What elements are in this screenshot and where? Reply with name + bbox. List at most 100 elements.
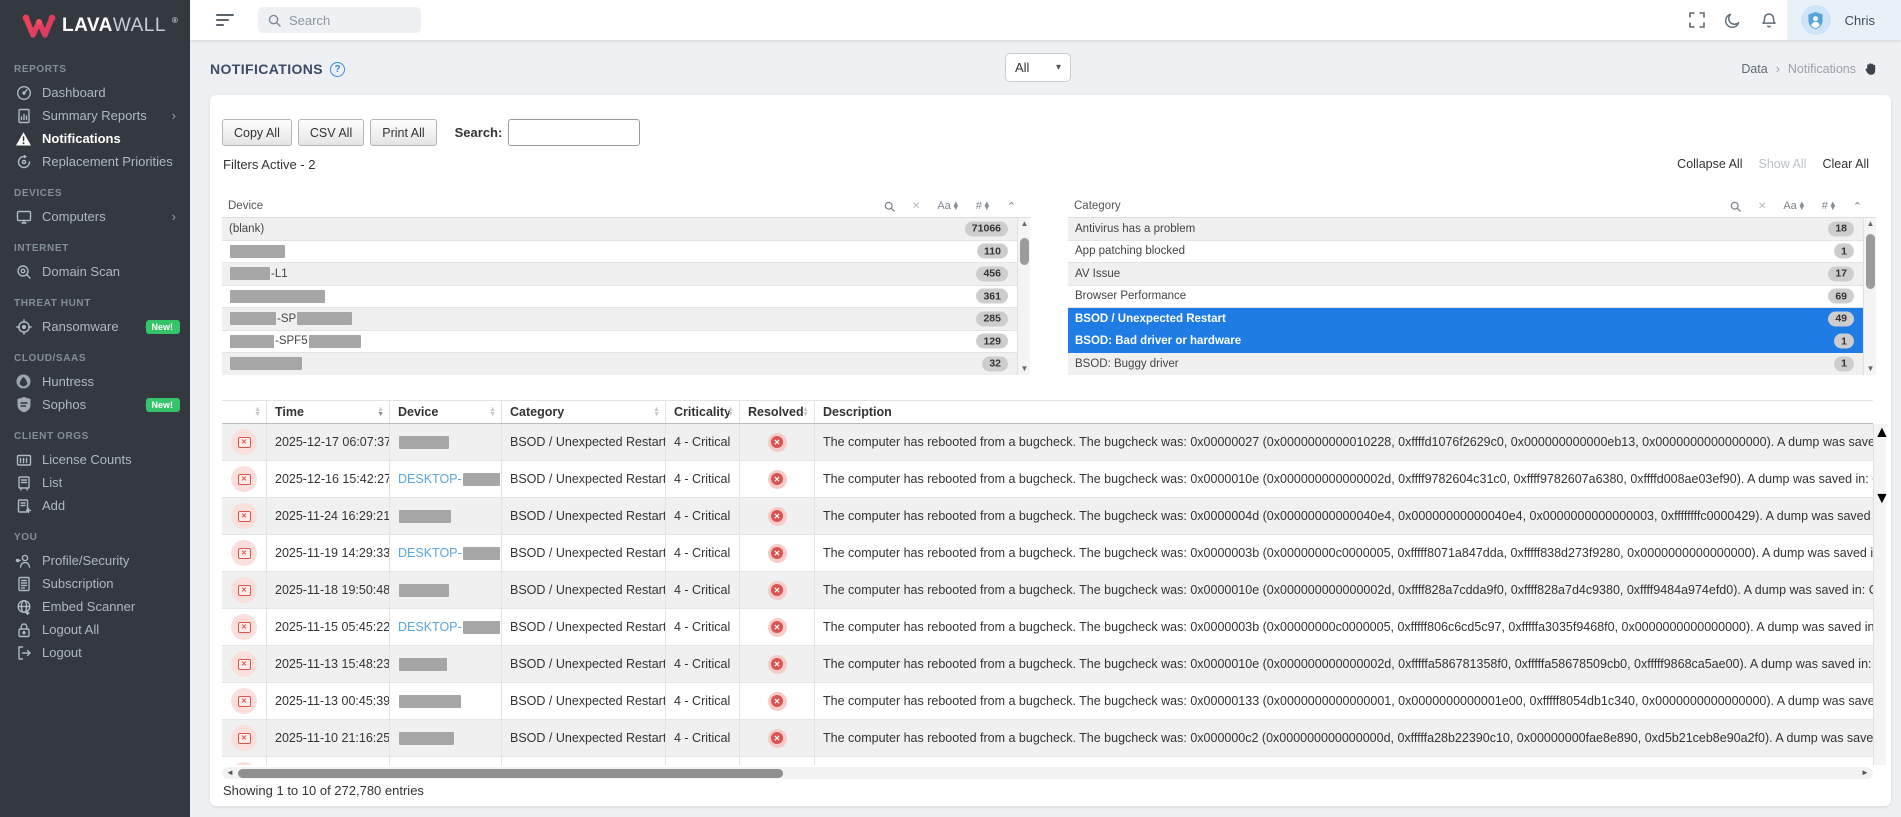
- panel-clear-icon[interactable]: ✕: [912, 201, 920, 212]
- copy-all-button[interactable]: Copy All: [222, 119, 292, 146]
- filter-option[interactable]: BSOD: Buggy driver1: [1068, 353, 1863, 375]
- filter-option[interactable]: Antivirus has a problem18: [1068, 218, 1863, 241]
- print-all-button[interactable]: Print All: [370, 119, 436, 146]
- sidebar-item-sophos[interactable]: SophosNew!: [0, 393, 190, 416]
- drag-hand-icon[interactable]: [1864, 61, 1878, 76]
- device-link[interactable]: DESKTOP-: [398, 472, 462, 486]
- app-logo[interactable]: LAVAWALL ®: [0, 0, 190, 49]
- device-link[interactable]: DESKTOP-: [398, 546, 462, 560]
- cell-category: BSOD / Unexpected Restart: [502, 498, 666, 534]
- panel-header: Device ✕ Aa▲▼ #▲▼ ⌃: [222, 195, 1030, 218]
- column-header-time[interactable]: Time▲▼: [267, 401, 390, 423]
- clear-all-link[interactable]: Clear All: [1822, 157, 1869, 171]
- expand-row-icon[interactable]: ✕: [231, 725, 257, 751]
- sidebar-item-license-counts[interactable]: License Counts: [0, 448, 190, 471]
- panel-scrollbar[interactable]: ▲ ▼: [1863, 218, 1876, 375]
- filter-option[interactable]: BSOD: Bad driver or hardware1: [1068, 331, 1863, 354]
- filter-option[interactable]: -SPF5129: [222, 331, 1017, 354]
- notification-filter-select[interactable]: All▾: [1005, 53, 1071, 82]
- breadcrumb-data[interactable]: Data: [1741, 62, 1767, 76]
- sidebar-item-add[interactable]: Add: [0, 494, 190, 517]
- column-header-resolved[interactable]: Resolved▲▼: [740, 401, 815, 423]
- filter-option[interactable]: 361: [222, 286, 1017, 309]
- panel-collapse-icon[interactable]: ⌃: [1007, 200, 1016, 213]
- column-header-criticality[interactable]: Criticality▲▼: [666, 401, 740, 423]
- expand-row-icon[interactable]: ✕: [231, 651, 257, 677]
- scroll-down-arrow[interactable]: ▼: [1874, 490, 1886, 508]
- sort-arrows-icon: ▲▼: [377, 407, 384, 417]
- panel-clear-icon[interactable]: ✕: [1758, 201, 1766, 212]
- filter-option[interactable]: -SP285: [222, 308, 1017, 331]
- filter-option[interactable]: Browser Performance69: [1068, 286, 1863, 309]
- sidebar-item-subscription[interactable]: Subscription: [0, 572, 190, 595]
- expand-row-icon[interactable]: ✕: [231, 688, 257, 714]
- filter-option[interactable]: -L1456: [222, 263, 1017, 286]
- csv-all-button[interactable]: CSV All: [298, 119, 364, 146]
- redacted-text: [297, 312, 352, 325]
- device-link[interactable]: DESKTOP-: [398, 620, 462, 634]
- sidebar-item-profile-security[interactable]: Profile/Security: [0, 549, 190, 572]
- scrollbar-thumb[interactable]: [1020, 238, 1029, 265]
- sidebar-item-summary-reports[interactable]: Summary Reports›: [0, 104, 190, 127]
- scroll-left-arrow[interactable]: ◄: [224, 767, 236, 779]
- scrollbar-thumb[interactable]: [1874, 442, 1886, 490]
- panel-search-icon[interactable]: [1730, 201, 1741, 212]
- table-vertical-scrollbar[interactable]: ▲ ▼: [1873, 424, 1886, 765]
- panel-search-icon[interactable]: [884, 201, 895, 212]
- notifications-bell-icon[interactable]: [1751, 0, 1787, 40]
- sidebar-item-replacement-priorities[interactable]: Replacement Priorities: [0, 150, 190, 173]
- expand-row-icon[interactable]: ✕: [231, 762, 257, 765]
- scroll-right-arrow[interactable]: ►: [1859, 767, 1871, 779]
- table-horizontal-scrollbar[interactable]: ◄ ►: [222, 767, 1873, 779]
- global-search-input[interactable]: [289, 13, 399, 28]
- panel-sort-alpha-icon[interactable]: Aa▲▼: [937, 200, 958, 212]
- column-header-device[interactable]: Device▲▼: [390, 401, 502, 423]
- filter-option[interactable]: 32: [222, 353, 1017, 375]
- filter-option[interactable]: AV Issue17: [1068, 263, 1863, 286]
- expand-row-icon[interactable]: ✕: [231, 577, 257, 603]
- sidebar-item-computers[interactable]: Computers›: [0, 205, 190, 228]
- help-icon[interactable]: ?: [330, 62, 345, 77]
- sidebar-item-embed-scanner[interactable]: Embed Scanner: [0, 595, 190, 618]
- table-search-input[interactable]: [508, 119, 640, 146]
- sidebar-item-dashboard[interactable]: Dashboard: [0, 81, 190, 104]
- sidebar-item-ransomware[interactable]: RansomwareNew!: [0, 315, 190, 338]
- sidebar-item-notifications[interactable]: Notifications: [0, 127, 190, 150]
- sidebar-item-huntress[interactable]: Huntress: [0, 370, 190, 393]
- show-all-link[interactable]: Show All: [1759, 157, 1807, 171]
- panel-collapse-icon[interactable]: ⌃: [1853, 200, 1862, 213]
- scroll-up-arrow[interactable]: ▲: [1018, 218, 1030, 230]
- expand-row-icon[interactable]: ✕: [231, 614, 257, 640]
- sidebar-item-list[interactable]: List: [0, 471, 190, 494]
- count-badge: 1: [1834, 356, 1854, 371]
- sidebar-item-logout[interactable]: Logout: [0, 641, 190, 664]
- column-header-category[interactable]: Category▲▼: [502, 401, 666, 423]
- sidebar-item-logout-all[interactable]: Logout All: [0, 618, 190, 641]
- scroll-up-arrow[interactable]: ▲: [1874, 424, 1886, 442]
- column-header-expand[interactable]: ▲▼: [222, 401, 267, 423]
- scroll-down-arrow[interactable]: ▼: [1018, 363, 1030, 375]
- scroll-down-arrow[interactable]: ▼: [1864, 363, 1876, 375]
- filter-option[interactable]: 110: [222, 241, 1017, 264]
- filter-option[interactable]: (blank)71066: [222, 218, 1017, 241]
- filter-option[interactable]: BSOD / Unexpected Restart49: [1068, 308, 1863, 331]
- panel-sort-alpha-icon[interactable]: Aa▲▼: [1783, 200, 1804, 212]
- dark-mode-icon[interactable]: [1715, 0, 1751, 40]
- expand-row-icon[interactable]: ✕: [231, 540, 257, 566]
- fullscreen-icon[interactable]: [1679, 0, 1715, 40]
- menu-toggle-icon[interactable]: [216, 11, 236, 29]
- user-menu[interactable]: Chris: [1787, 0, 1901, 40]
- hscrollbar-thumb[interactable]: [238, 769, 783, 778]
- expand-row-icon[interactable]: ✕: [231, 466, 257, 492]
- panel-sort-count-icon[interactable]: #▲▼: [976, 200, 990, 212]
- sidebar-item-domain-scan[interactable]: Domain Scan: [0, 260, 190, 283]
- collapse-all-link[interactable]: Collapse All: [1677, 157, 1742, 171]
- scrollbar-thumb[interactable]: [1866, 234, 1875, 289]
- panel-scrollbar[interactable]: ▲ ▼: [1017, 218, 1030, 375]
- filter-option[interactable]: App patching blocked1: [1068, 241, 1863, 264]
- expand-row-icon[interactable]: ✕: [231, 503, 257, 529]
- global-search[interactable]: [258, 7, 421, 33]
- panel-sort-count-icon[interactable]: #▲▼: [1822, 200, 1836, 212]
- scroll-up-arrow[interactable]: ▲: [1864, 218, 1876, 230]
- expand-row-icon[interactable]: ✕: [231, 429, 257, 455]
